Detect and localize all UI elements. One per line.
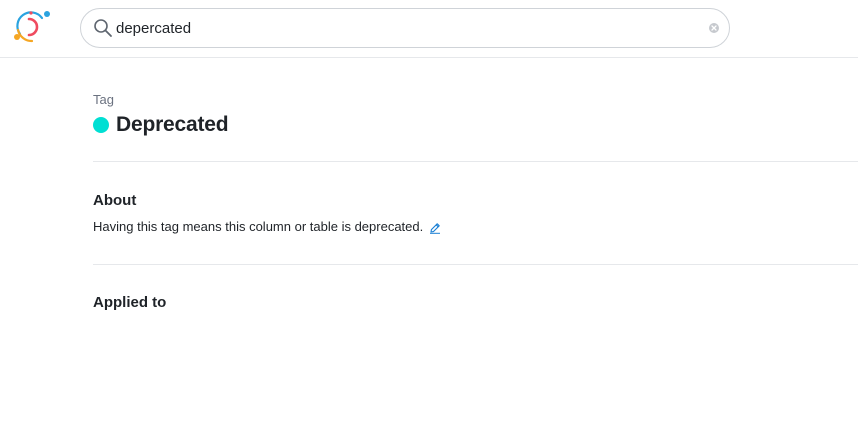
page-title: Deprecated — [116, 113, 229, 136]
applied-to-heading: Applied to — [93, 294, 167, 311]
about-heading: About — [93, 192, 137, 209]
clear-icon[interactable] — [708, 21, 720, 33]
search-input[interactable] — [116, 15, 696, 41]
top-bar — [0, 0, 858, 58]
search-icon — [93, 18, 113, 38]
divider — [93, 161, 858, 162]
about-description-row: Having this tag means this column or tab… — [93, 219, 441, 234]
tag-color-dot — [93, 117, 109, 133]
about-description: Having this tag means this column or tab… — [93, 219, 424, 234]
app-logo-icon[interactable] — [12, 9, 52, 45]
pencil-icon[interactable] — [429, 221, 441, 234]
divider — [93, 264, 858, 265]
entity-kind-label: Tag — [93, 92, 114, 107]
search-bar[interactable] — [80, 8, 730, 48]
entity-header: Deprecated — [93, 112, 229, 138]
